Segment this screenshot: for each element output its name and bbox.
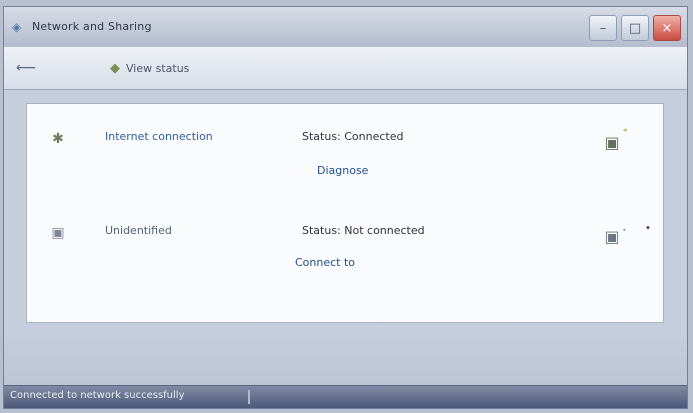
diagnose-link[interactable]: Diagnose — [317, 164, 467, 177]
connection-row: ▣ Unidentified Status: Not connected Con… — [27, 210, 663, 300]
minimize-button[interactable]: – — [589, 15, 617, 41]
window-controls: – □ × — [589, 15, 681, 41]
connection-status: Status: Connected — [302, 130, 404, 143]
row-marker — [645, 129, 655, 141]
trash-icon: ▣ — [604, 133, 620, 152]
status-icon: ◆ — [110, 60, 120, 76]
connections-panel: ✱ Internet connection Status: Connected … — [26, 103, 664, 323]
back-button[interactable]: ⟵ — [16, 59, 36, 77]
connection-row: ✱ Internet connection Status: Connected … — [27, 116, 663, 206]
connection-icon: ▣ — [51, 225, 65, 241]
connection-name[interactable]: Unidentified — [105, 224, 265, 237]
connection-name[interactable]: Internet connection — [105, 130, 265, 143]
network-window: ◈ Network and Sharing – □ × ⟵ ◆ View sta… — [3, 6, 688, 409]
close-button[interactable]: × — [653, 15, 681, 41]
status-bar: Connected to network successfully — [4, 385, 687, 408]
status-text: Connected to network successfully — [10, 390, 185, 401]
window-title: Network and Sharing — [32, 20, 152, 33]
maximize-button[interactable]: □ — [621, 15, 649, 41]
connect-link[interactable]: Connect to — [295, 256, 445, 269]
network-device-icon: ▣ — [604, 227, 620, 246]
view-status-label: View status — [126, 61, 190, 75]
footer-area — [4, 325, 687, 385]
status-separator — [248, 390, 250, 404]
network-icon: ◈ — [12, 20, 22, 34]
title-bar: ◈ Network and Sharing – □ × — [4, 7, 687, 48]
badge-icon: ✦ — [622, 126, 629, 135]
connection-status: Status: Not connected — [302, 224, 425, 237]
row-marker: • — [645, 223, 651, 234]
status-dot-icon: • — [622, 226, 627, 235]
toolbar: ⟵ ◆ View status — [4, 47, 687, 90]
connection-icon: ✱ — [52, 131, 64, 147]
toolbar-right-area — [647, 58, 677, 76]
view-status-button[interactable]: ◆ View status — [110, 58, 189, 78]
